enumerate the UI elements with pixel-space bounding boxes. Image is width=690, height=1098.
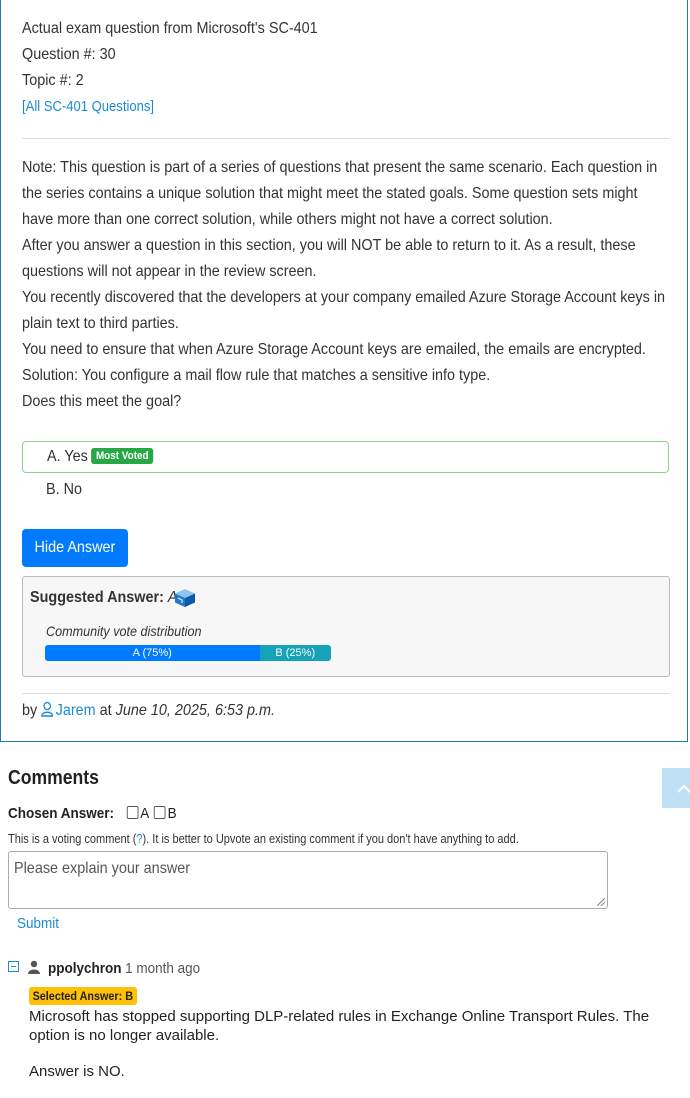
exam-source: Actual exam question from Microsoft's SC… bbox=[22, 20, 318, 37]
question-paragraph: Solution: You configure a mail flow rule… bbox=[22, 367, 491, 384]
hide-answer-button[interactable]: Hide Answer bbox=[22, 529, 128, 567]
commenter-name[interactable]: ppolychron bbox=[48, 960, 122, 977]
most-voted-badge: Most Voted bbox=[91, 448, 154, 464]
chosen-answer-row: Chosen Answer: A B bbox=[8, 805, 177, 822]
comment-body: Microsoft has stopped supporting DLP-rel… bbox=[29, 1007, 689, 1098]
chosen-answer-label: Chosen Answer: bbox=[8, 805, 115, 822]
author-link[interactable]: Jarem bbox=[41, 701, 96, 719]
cube-icon bbox=[175, 589, 195, 607]
comment-paragraph: Microsoft has stopped supporting DLP-rel… bbox=[29, 1008, 650, 1044]
selected-answer-badge: Selected Answer: B bbox=[29, 987, 137, 1005]
question-paragraph: You need to ensure that when Azure Stora… bbox=[22, 341, 646, 358]
topic-number: Topic #: 2 bbox=[22, 72, 84, 89]
user-icon bbox=[41, 701, 54, 717]
byline: by Jarem at June 10, 2025, 6:53 p.m. bbox=[22, 701, 275, 719]
question-number: Question #: 30 bbox=[22, 46, 116, 63]
comment-placeholder: Please explain your answer bbox=[14, 860, 191, 877]
all-questions-link[interactable]: [All SC-401 Questions] bbox=[22, 99, 154, 115]
comments-heading: Comments bbox=[8, 767, 99, 789]
community-vote-label: Community vote distribution bbox=[46, 623, 202, 639]
question-card: Actual exam question from Microsoft's SC… bbox=[0, 0, 688, 742]
choice-b-label: B. No bbox=[46, 481, 83, 498]
suggested-answer: Suggested Answer: A bbox=[30, 589, 178, 606]
choice-a[interactable]: A. Yes Most Voted bbox=[22, 441, 669, 473]
divider bbox=[22, 693, 669, 694]
comment-header: ppolychron 1 month ago bbox=[48, 960, 200, 977]
scroll-to-top-button[interactable] bbox=[662, 768, 690, 808]
comment-time: 1 month ago bbox=[125, 960, 201, 977]
question-paragraph: After you answer a question in this sect… bbox=[22, 237, 636, 280]
chevron-up-icon bbox=[677, 784, 690, 793]
choice-a-label: A. Yes bbox=[47, 448, 88, 465]
question-paragraph: You recently discovered that the develop… bbox=[22, 289, 666, 332]
collapse-icon[interactable] bbox=[8, 961, 19, 972]
divider bbox=[22, 138, 669, 139]
resize-grip-icon[interactable] bbox=[597, 898, 605, 906]
vote-segment-b: B (25%) bbox=[259, 645, 331, 661]
vote-distribution-bar: A (75%) B (25%) bbox=[45, 645, 331, 661]
checkbox-a[interactable] bbox=[126, 806, 139, 819]
choice-b[interactable]: B. No bbox=[22, 475, 669, 507]
voting-note: This is a voting comment (?). It is bett… bbox=[8, 832, 519, 846]
suggested-answer-panel: Suggested Answer: A Community vote distr… bbox=[22, 576, 670, 677]
checkbox-b[interactable] bbox=[154, 806, 166, 819]
post-date: June 10, 2025, 6:53 p.m. bbox=[115, 702, 275, 719]
vote-segment-a: A (75%) bbox=[45, 645, 260, 661]
person-icon bbox=[28, 960, 40, 974]
question-paragraph: Does this meet the goal? bbox=[22, 393, 182, 410]
question-paragraph: Note: This question is part of a series … bbox=[22, 159, 658, 228]
question-text: Note: This question is part of a series … bbox=[22, 155, 670, 415]
comment-input[interactable]: Please explain your answer bbox=[8, 851, 608, 909]
submit-link[interactable]: Submit bbox=[17, 915, 59, 932]
comment-paragraph: Answer is NO. bbox=[29, 1063, 125, 1080]
